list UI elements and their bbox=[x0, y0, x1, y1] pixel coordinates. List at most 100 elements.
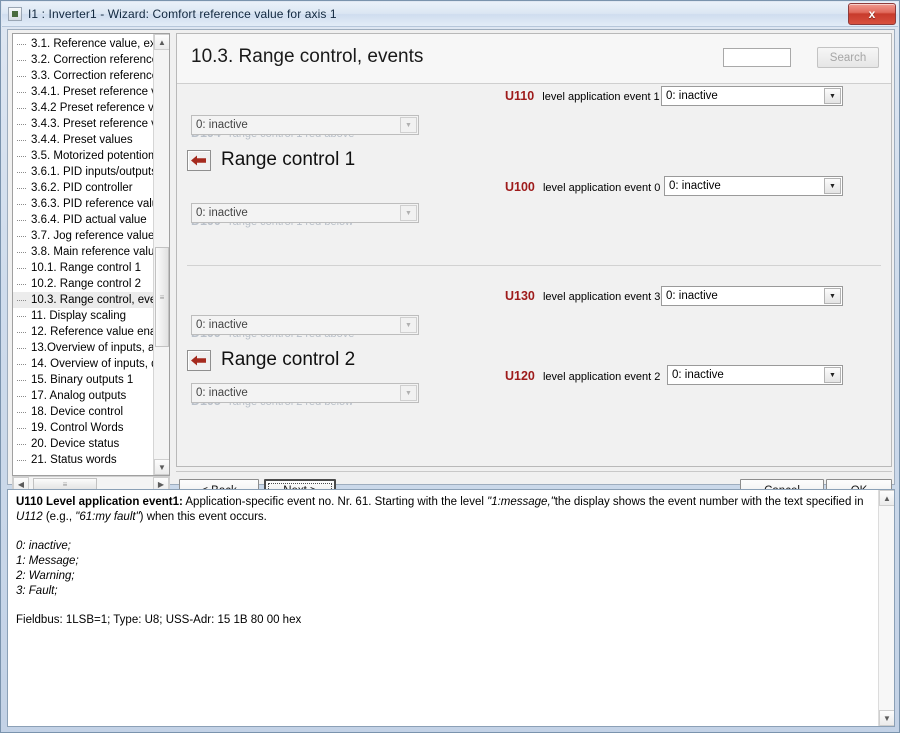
group-header-range-control-1: Range control 1 bbox=[187, 149, 355, 171]
combo-d199: 0: inactive ▼ bbox=[191, 315, 419, 335]
help-scrollbar[interactable]: ▲ ▼ bbox=[878, 490, 894, 726]
left-arrow-icon[interactable] bbox=[187, 349, 211, 371]
application-icon bbox=[8, 7, 22, 21]
help-option: 3: Fault; bbox=[16, 585, 58, 597]
tree-item[interactable]: 17. Analog outputs bbox=[13, 388, 153, 404]
tree-item-list: 3.1. Reference value, ext 3.2. Correction… bbox=[13, 34, 153, 468]
tree-item[interactable]: 3.4.3. Preset reference va bbox=[13, 116, 153, 132]
combo-u120-value: 0: inactive bbox=[672, 369, 724, 381]
tree-item[interactable]: 10.2. Range control 2 bbox=[13, 276, 153, 292]
tree-item[interactable]: 3.4.1. Preset reference va bbox=[13, 84, 153, 100]
chevron-down-icon: ▼ bbox=[400, 117, 417, 133]
param-label-u110: U110 level application event 1 bbox=[505, 89, 660, 103]
tree-item[interactable]: 3.6.4. PID actual value bbox=[13, 212, 153, 228]
content-pane: 10.3. Range control, events Search D194 … bbox=[176, 33, 892, 467]
combo-u130[interactable]: 0: inactive ▼ bbox=[661, 286, 843, 306]
tree-item[interactable]: 20. Device status bbox=[13, 436, 153, 452]
help-paragraph: U110 Level application event1: Applicati… bbox=[16, 495, 871, 525]
tree-item[interactable]: 13.Overview of inputs, ar bbox=[13, 340, 153, 356]
combo-d190-value: 0: inactive bbox=[196, 207, 248, 219]
group-header-range-control-2: Range control 2 bbox=[187, 349, 355, 371]
chevron-down-icon[interactable]: ▼ bbox=[824, 367, 841, 383]
chevron-down-icon[interactable]: ▼ bbox=[824, 178, 841, 194]
page-title: 10.3. Range control, events bbox=[191, 46, 424, 67]
scroll-up-icon[interactable]: ▲ bbox=[154, 34, 169, 50]
combo-u100-value: 0: inactive bbox=[669, 180, 721, 192]
tree-item[interactable]: 14. Overview of inputs, d bbox=[13, 356, 153, 372]
tree-item[interactable]: 3.2. Correction reference bbox=[13, 52, 153, 68]
footer-separator bbox=[176, 471, 892, 472]
left-arrow-glyph bbox=[191, 155, 206, 165]
window-title: I1 : Inverter1 - Wizard: Comfort referen… bbox=[28, 7, 337, 21]
tree-item[interactable]: 3.6.1. PID inputs/outputs bbox=[13, 164, 153, 180]
chevron-down-icon: ▼ bbox=[400, 317, 417, 333]
help-body-2: the display shows the event number with … bbox=[554, 496, 864, 508]
help-italic-2: U112 bbox=[16, 511, 43, 523]
combo-d195-value: 0: inactive bbox=[196, 387, 248, 399]
search-button[interactable]: Search bbox=[817, 47, 879, 68]
group-title-2: Range control 2 bbox=[221, 349, 356, 370]
tree-item[interactable]: 3.8. Main reference value bbox=[13, 244, 153, 260]
combo-u130-value: 0: inactive bbox=[666, 290, 718, 302]
navigation-tree[interactable]: 3.1. Reference value, ext 3.2. Correction… bbox=[12, 33, 170, 476]
tree-item[interactable]: 15. Binary outputs 1 bbox=[13, 372, 153, 388]
chevron-down-icon[interactable]: ▼ bbox=[824, 88, 841, 104]
tree-item[interactable]: 3.3. Correction reference bbox=[13, 68, 153, 84]
wizard-window: I1 : Inverter1 - Wizard: Comfort referen… bbox=[0, 0, 900, 733]
tree-item[interactable]: 3.6.2. PID controller bbox=[13, 180, 153, 196]
help-option: 0: inactive; bbox=[16, 540, 71, 552]
tree-item[interactable]: 3.6.3. PID reference valu bbox=[13, 196, 153, 212]
group-title-1: Range control 1 bbox=[221, 149, 356, 170]
combo-u110[interactable]: 0: inactive ▼ bbox=[661, 86, 843, 106]
chevron-down-icon: ▼ bbox=[400, 205, 417, 221]
left-arrow-icon[interactable] bbox=[187, 149, 211, 171]
help-body-1: Application-specific event no. Nr. 61. S… bbox=[182, 496, 488, 508]
tree-item[interactable]: 3.5. Motorized potentiome bbox=[13, 148, 153, 164]
tree-item[interactable]: 21. Status words bbox=[13, 452, 153, 468]
combo-u100[interactable]: 0: inactive ▼ bbox=[664, 176, 843, 196]
help-option: 2: Warning; bbox=[16, 570, 75, 582]
tree-item[interactable]: 10.3. Range control, eve bbox=[13, 292, 153, 308]
title-bar: I1 : Inverter1 - Wizard: Comfort referen… bbox=[2, 2, 898, 27]
combo-d199-value: 0: inactive bbox=[196, 319, 248, 331]
param-label-u120: U120 level application event 2 bbox=[505, 369, 661, 383]
help-italic-1: "1:message," bbox=[487, 496, 555, 508]
help-body-3: (e.g., bbox=[42, 511, 76, 523]
section-divider bbox=[187, 265, 881, 266]
help-content: U110 Level application event1: Applicati… bbox=[8, 490, 879, 628]
combo-d194: 0: inactive ▼ bbox=[191, 115, 419, 135]
wizard-dialog: 3.1. Reference value, ext 3.2. Correction… bbox=[7, 29, 895, 503]
tree-item[interactable]: 18. Device control bbox=[13, 404, 153, 420]
tree-scroll-thumb[interactable]: ≡ bbox=[155, 247, 169, 347]
help-body-4: ) when this event occurs. bbox=[139, 511, 267, 523]
help-option: 1: Message; bbox=[16, 555, 79, 567]
help-italic-3: "61:my fault" bbox=[75, 511, 140, 523]
scroll-down-icon[interactable]: ▼ bbox=[879, 710, 894, 726]
tree-item[interactable]: 3.7. Jog reference value bbox=[13, 228, 153, 244]
chevron-down-icon[interactable]: ▼ bbox=[824, 288, 841, 304]
left-arrow-glyph bbox=[191, 355, 206, 365]
tree-item[interactable]: 3.4.4. Preset values bbox=[13, 132, 153, 148]
tree-item[interactable]: 3.1. Reference value, ext bbox=[13, 36, 153, 52]
scroll-down-icon[interactable]: ▼ bbox=[154, 459, 169, 475]
help-fieldbus: Fieldbus: 1LSB=1; Type: U8; USS-Adr: 15 … bbox=[16, 614, 302, 626]
scroll-up-icon[interactable]: ▲ bbox=[879, 490, 894, 506]
param-label-u130: U130 level application event 3 bbox=[505, 289, 661, 303]
tree-item[interactable]: 12. Reference value ena bbox=[13, 324, 153, 340]
combo-u120[interactable]: 0: inactive ▼ bbox=[667, 365, 843, 385]
search-input[interactable] bbox=[723, 48, 791, 67]
close-icon[interactable]: x bbox=[848, 3, 896, 25]
help-panel: U110 Level application event1: Applicati… bbox=[7, 489, 895, 727]
tree-item[interactable]: 3.4.2 Preset reference va bbox=[13, 100, 153, 116]
combo-d195: 0: inactive ▼ bbox=[191, 383, 419, 403]
chevron-down-icon: ▼ bbox=[400, 385, 417, 401]
tree-vertical-scrollbar[interactable]: ▲ ≡ ▼ bbox=[153, 34, 169, 475]
help-option-list: 0: inactive; 1: Message; 2: Warning; 3: Fau… bbox=[16, 539, 871, 599]
tree-item[interactable]: 10.1. Range control 1 bbox=[13, 260, 153, 276]
content-header: 10.3. Range control, events Search bbox=[177, 34, 891, 84]
combo-d194-value: 0: inactive bbox=[196, 119, 248, 131]
combo-u110-value: 0: inactive bbox=[666, 90, 718, 102]
tree-item[interactable]: 19. Control Words bbox=[13, 420, 153, 436]
combo-d190: 0: inactive ▼ bbox=[191, 203, 419, 223]
tree-item[interactable]: 11. Display scaling bbox=[13, 308, 153, 324]
